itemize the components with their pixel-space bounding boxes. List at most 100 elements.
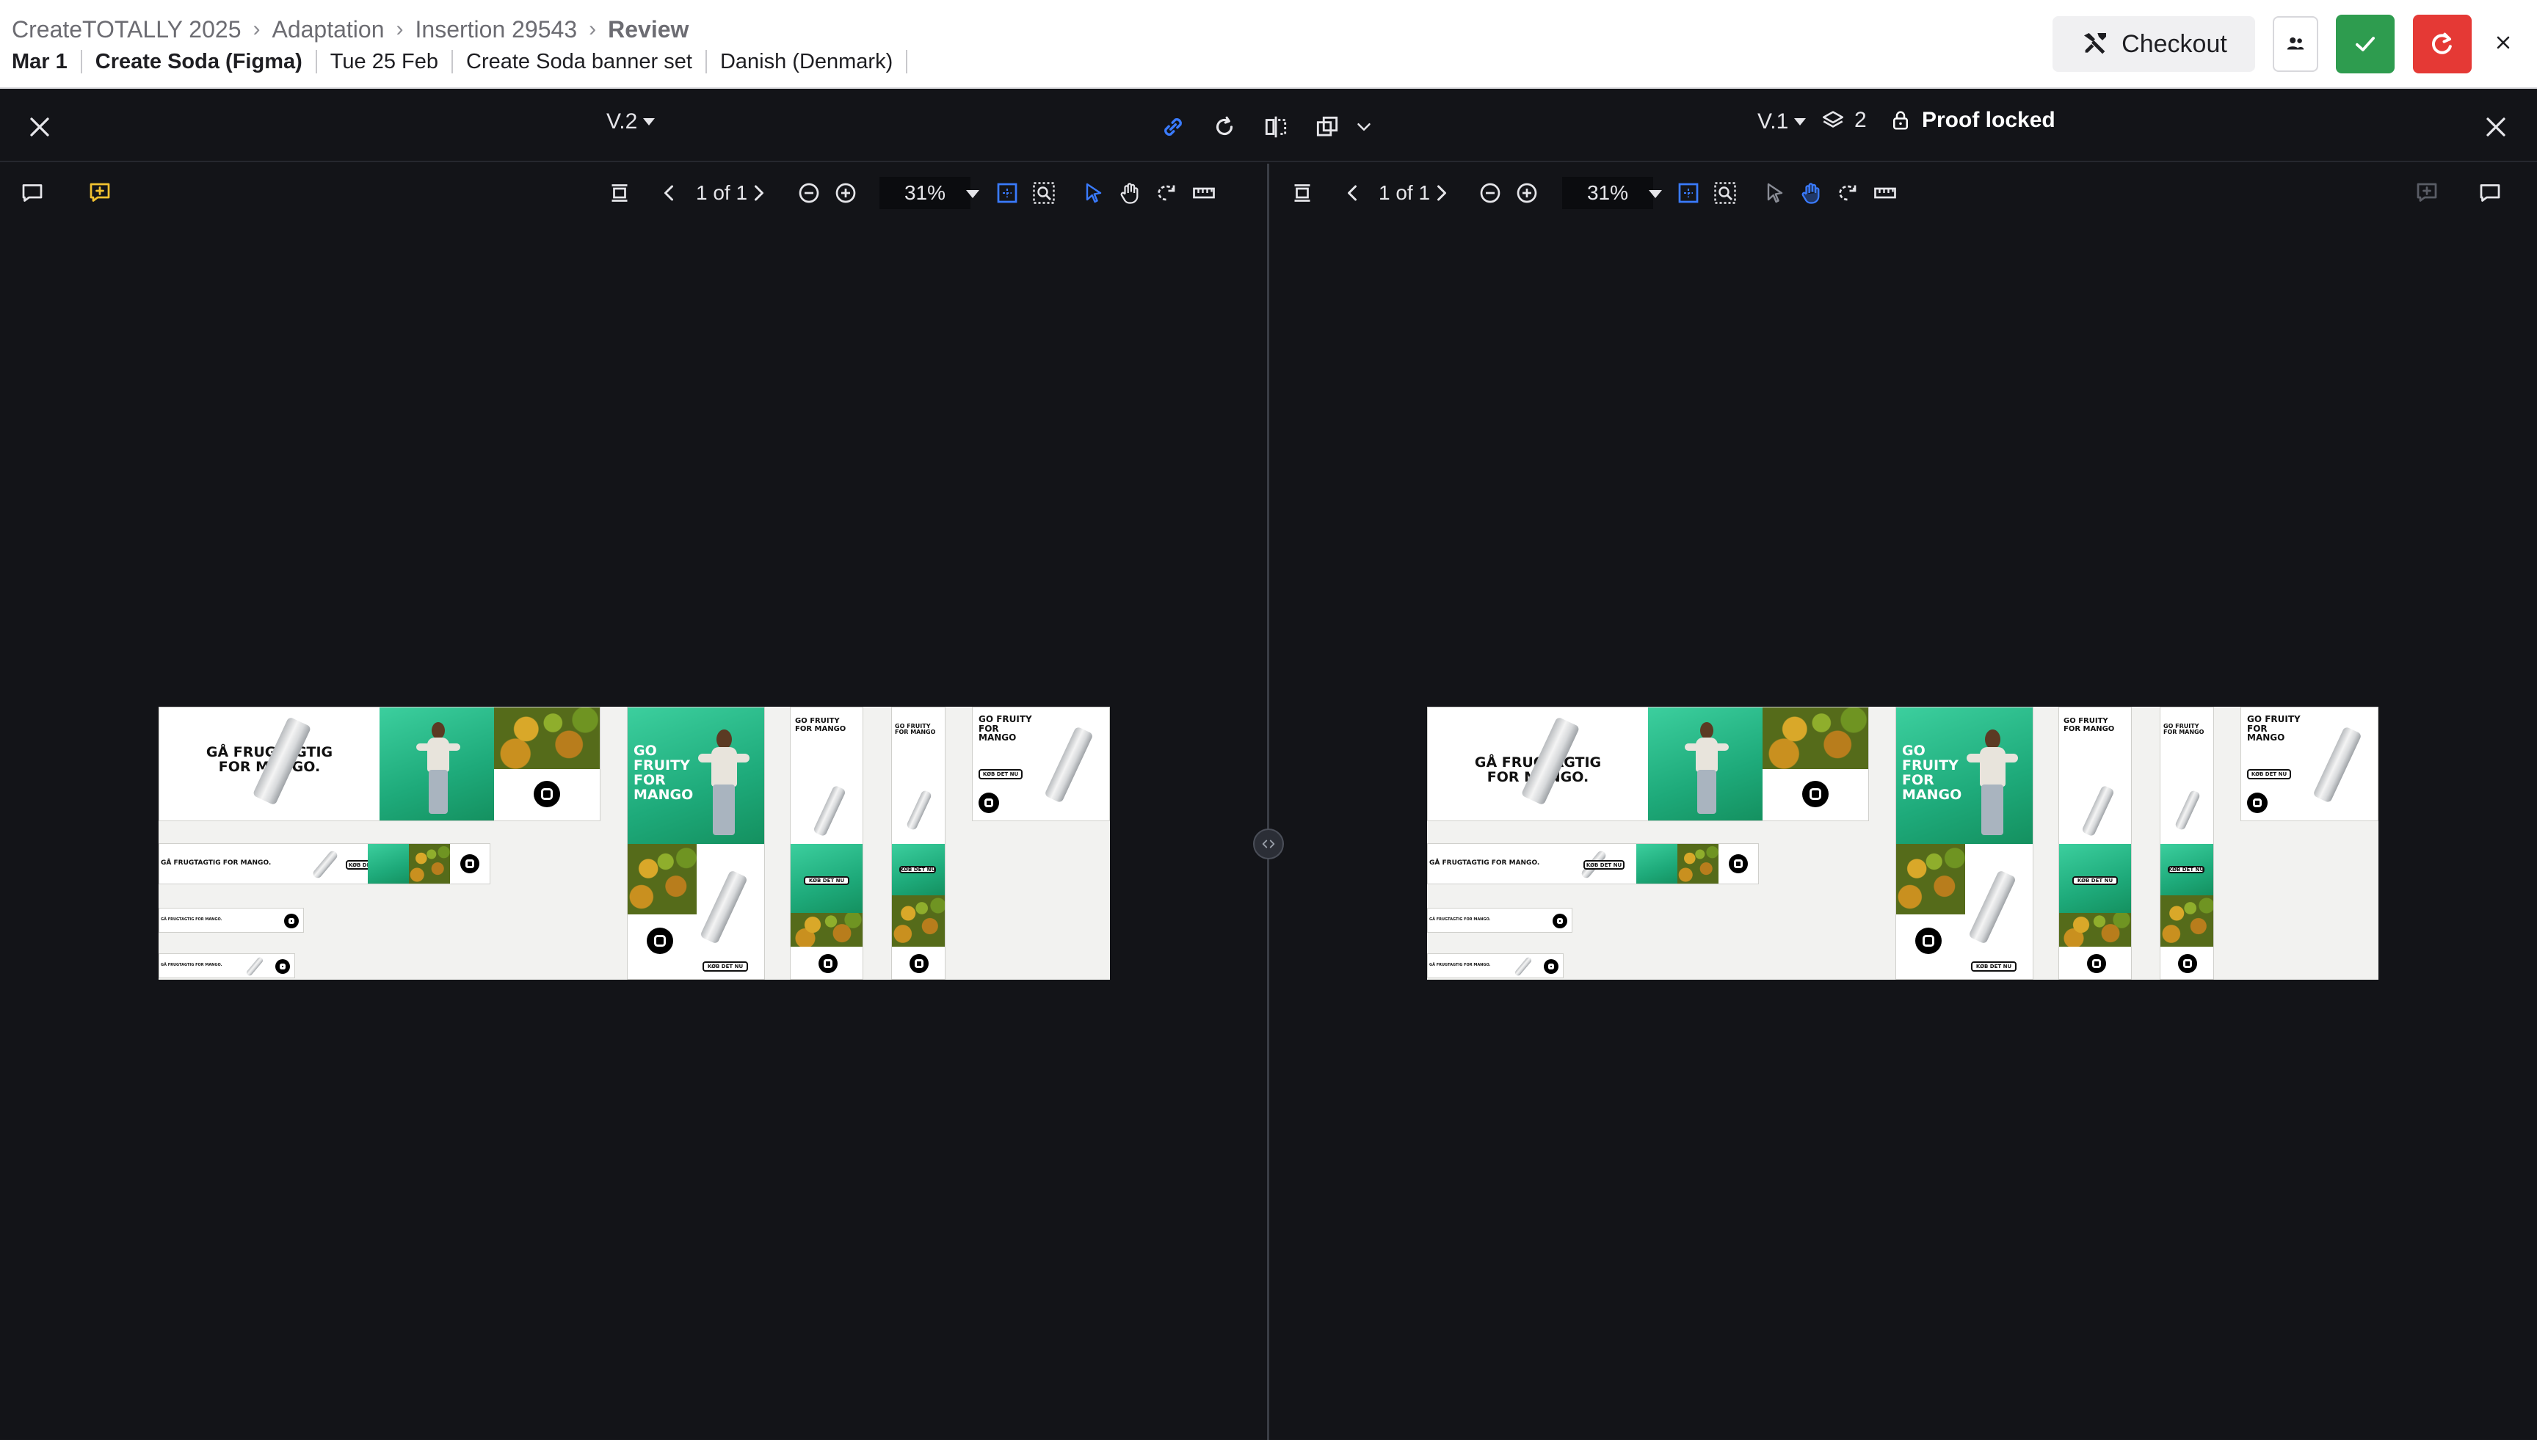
fit-screen-left-button[interactable]: [991, 177, 1023, 209]
zoom-area-icon: [1714, 182, 1736, 204]
measure-tool-left-button[interactable]: [1188, 177, 1220, 209]
next-page-right-button[interactable]: [1426, 177, 1458, 209]
comment-toggle-button[interactable]: [16, 177, 48, 209]
meta-campaign: Create Soda banner set: [451, 50, 705, 73]
brand-logo-icon: [2247, 793, 2268, 813]
artboard-left[interactable]: GÅ FRUGTAGTIG FOR MANGO. GÅ FRUGTAGTIG F…: [159, 707, 1110, 980]
cta-button: KØB DET NU: [1971, 961, 2017, 972]
pan-tool-left-button[interactable]: [1114, 177, 1147, 209]
banner-headline: GÅ FRUGTAGTIG FOR MANGO.: [1429, 859, 1540, 867]
cta-button: KØB DET NU: [804, 876, 849, 885]
zoom-out-left-button[interactable]: [793, 177, 825, 209]
banner-skyscraper-wide: GO FRUITY FOR MANGO KØB DET NU: [2058, 707, 2132, 980]
measure-tool-right-button[interactable]: [1869, 177, 1901, 209]
soda-can-image: [905, 789, 933, 831]
artboard-right[interactable]: GÅ FRUGTAGTIG FOR MANGO. GÅ FRUGTAGTIG F…: [1427, 707, 2378, 980]
fit-screen-right-button[interactable]: [1672, 177, 1705, 209]
soda-can-image: [1044, 726, 1094, 804]
pan-tool-right-button[interactable]: [1796, 177, 1828, 209]
breadcrumb-item-project[interactable]: CreateTOTALLY 2025: [12, 16, 241, 43]
zoom-in-right-button[interactable]: [1511, 177, 1543, 209]
prev-page-left-button[interactable]: [653, 177, 685, 209]
checkout-label: Checkout: [2122, 29, 2227, 58]
link-icon: [1164, 118, 1182, 136]
soda-can-image: [1968, 870, 2017, 944]
version-select-right[interactable]: V.1: [1757, 109, 1807, 134]
zoom-in-left-button[interactable]: [830, 177, 862, 209]
zoom-out-right-button[interactable]: [1474, 177, 1506, 209]
overlay-compare-icon: [1316, 116, 1338, 136]
rotate-icon: [1216, 116, 1233, 136]
banner-green-panel: [1636, 844, 1677, 884]
zoom-in-icon: [1517, 183, 1537, 203]
compare-mode-dropdown[interactable]: [1348, 111, 1380, 143]
comment-toggle-right-button[interactable]: [2474, 177, 2506, 209]
banner-headline: GO FRUITY FOR MANGO: [795, 717, 846, 733]
zoom-area-left-button[interactable]: [1028, 177, 1060, 209]
viewer-close-right-button[interactable]: [2480, 111, 2512, 143]
select-tool-right-button[interactable]: [1759, 177, 1791, 209]
split-view-icon: [1265, 116, 1287, 138]
cta-button: KØB DET NU: [2168, 866, 2204, 873]
add-comment-right-button[interactable]: [2411, 177, 2443, 209]
page-indicator-left: 1 of 1: [696, 181, 748, 204]
fit-page-right-button[interactable]: [1286, 177, 1318, 209]
sync-link-button[interactable]: [1157, 111, 1189, 143]
zoom-area-right-button[interactable]: [1709, 177, 1741, 209]
header-close-button[interactable]: [2487, 26, 2519, 59]
assignees-button[interactable]: [2273, 16, 2318, 72]
compare-split-button[interactable]: [1260, 111, 1292, 143]
zoom-level-right-input[interactable]: 31%: [1562, 177, 1653, 209]
zoom-out-icon: [1480, 183, 1500, 203]
page-fit-icon: [611, 184, 628, 202]
prev-page-right-button[interactable]: [1336, 177, 1368, 209]
divider-handle[interactable]: [1253, 829, 1284, 859]
zoom-level-left-input[interactable]: 31%: [879, 177, 970, 209]
lasso-tool-left-button[interactable]: [1151, 177, 1183, 209]
lasso-tool-right-button[interactable]: [1832, 177, 1865, 209]
viewer-close-left-button[interactable]: [23, 111, 56, 143]
rotate-button[interactable]: [1208, 111, 1241, 143]
lock-icon: [1893, 111, 1908, 130]
breadcrumb-item-insertion[interactable]: Insertion 29543: [415, 16, 578, 43]
layers-indicator[interactable]: 2: [1821, 108, 1867, 133]
banner-headline: GO FRUITY FOR MANGO: [634, 743, 694, 803]
select-tool-left-button[interactable]: [1078, 177, 1110, 209]
check-icon: [2356, 37, 2375, 51]
ruler-icon: [1874, 187, 1896, 199]
brand-logo-icon: [647, 928, 673, 954]
request-changes-button[interactable]: [2413, 15, 2472, 73]
mango-image: [1677, 844, 1718, 884]
breadcrumb-item-current: Review: [608, 15, 689, 43]
banner-headline: GÅ FRUGTAGTIG FOR MANGO.: [161, 859, 272, 867]
compare-divider[interactable]: [1267, 164, 1269, 1440]
banner-green-panel: KØB DET NU: [892, 844, 945, 895]
add-comment-button[interactable]: [84, 177, 116, 209]
proof-lock-status: Proof locked: [1890, 108, 2055, 133]
soda-can-image: [2174, 789, 2202, 831]
brand-logo-icon: [1915, 928, 1942, 954]
next-page-left-button[interactable]: [743, 177, 775, 209]
zoom-dropdown-left-icon[interactable]: [966, 190, 979, 198]
version-select-left[interactable]: V.2: [606, 109, 656, 134]
soda-can-image: [2312, 726, 2362, 804]
banner-mobile-320: GÅ FRUGTAGTIG FOR MANGO.: [159, 908, 304, 933]
brand-logo-icon: [979, 793, 999, 813]
brand-logo-icon: [910, 954, 929, 973]
layers-icon: [1822, 111, 1844, 128]
zoom-dropdown-right-icon[interactable]: [1649, 190, 1662, 198]
approve-button[interactable]: [2336, 15, 2395, 73]
soda-can-image: [245, 956, 264, 978]
compare-mode-button[interactable]: [1311, 111, 1343, 143]
banner-green-panel: [368, 844, 409, 884]
breadcrumb-separator-icon: ›: [396, 17, 404, 41]
breadcrumb-item-stage[interactable]: Adaptation: [272, 16, 384, 43]
banner-mobile-320: GÅ FRUGTAGTIG FOR MANGO.: [1427, 908, 1572, 933]
checkout-button[interactable]: Checkout: [2053, 16, 2255, 72]
dancer-image: [1967, 729, 2018, 840]
fit-page-left-button[interactable]: [603, 177, 636, 209]
banner-skyscraper: GO FRUITY FOR MANGO KØB DET NU: [891, 707, 946, 980]
banner-billboard: GÅ FRUGTAGTIG FOR MANGO.: [1427, 707, 1869, 821]
banner-headline: GO FRUITY FOR MANGO: [895, 723, 936, 736]
page-indicator-right: 1 of 1: [1379, 181, 1431, 204]
